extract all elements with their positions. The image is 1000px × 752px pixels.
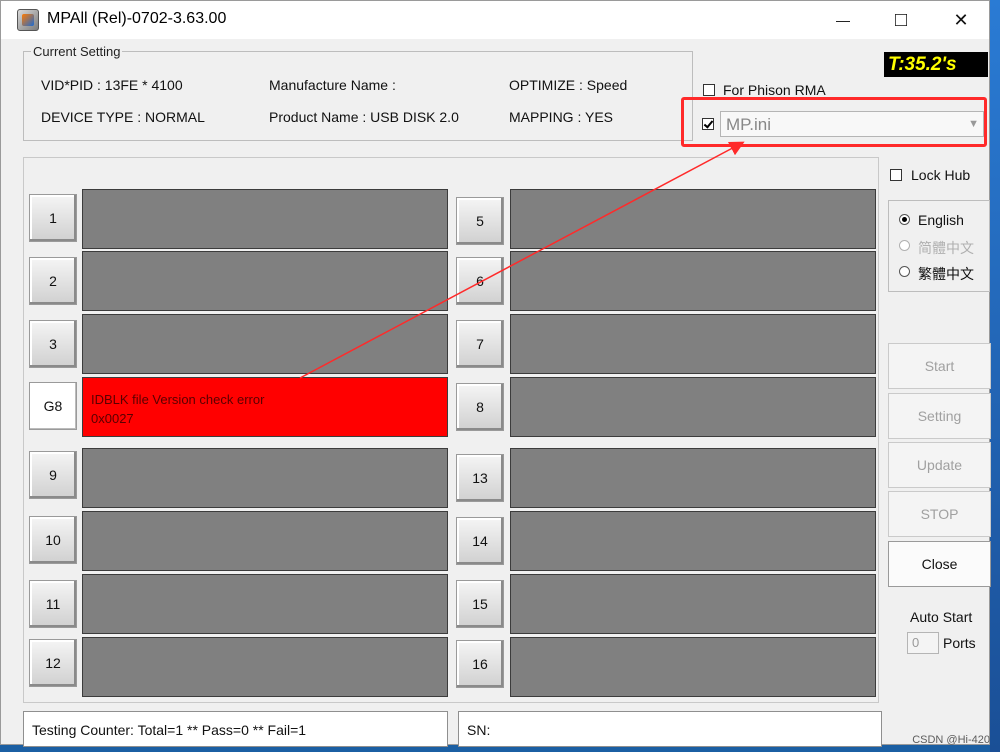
radio-english[interactable] bbox=[899, 214, 910, 225]
update-button[interactable]: Update bbox=[888, 442, 991, 488]
port-error-message: IDBLK file Version check error 0x0027 bbox=[91, 390, 264, 428]
port-button-2[interactable]: 2 bbox=[29, 257, 77, 305]
port-status-10 bbox=[82, 511, 448, 571]
minimize-icon: — bbox=[836, 12, 850, 28]
ports-label: Ports bbox=[943, 635, 976, 651]
radio-traditional-chinese[interactable] bbox=[899, 266, 910, 277]
maximize-button[interactable]: □ bbox=[877, 1, 925, 39]
current-setting-title: Current Setting bbox=[31, 44, 123, 59]
port-button-3[interactable]: 3 bbox=[29, 320, 77, 368]
desktop-background bbox=[990, 0, 1000, 752]
port-status-13 bbox=[510, 448, 876, 508]
port-button-10[interactable]: 10 bbox=[29, 516, 77, 564]
port-status-1 bbox=[82, 189, 448, 249]
radio-simplified-chinese[interactable] bbox=[899, 240, 910, 251]
port-button-13[interactable]: 13 bbox=[456, 454, 504, 502]
port-status-12 bbox=[82, 637, 448, 697]
port-status-15 bbox=[510, 574, 876, 634]
error-text: IDBLK file Version check error bbox=[91, 392, 265, 407]
port-status-2 bbox=[82, 251, 448, 311]
ini-checkbox[interactable] bbox=[702, 118, 714, 130]
port-status-5 bbox=[510, 189, 876, 249]
port-status-11 bbox=[82, 574, 448, 634]
product-name-text: Product Name : USB DISK 2.0 bbox=[269, 109, 459, 125]
ini-combobox[interactable]: MP.ini ▼ bbox=[720, 111, 984, 137]
vid-pid-text: VID*PID : 13FE * 4100 bbox=[41, 77, 183, 93]
port-status-9 bbox=[82, 448, 448, 508]
serial-number-field: SN: bbox=[458, 711, 882, 747]
port-status-16 bbox=[510, 637, 876, 697]
watermark: CSDN @Hi-420 bbox=[912, 734, 990, 746]
port-button-15[interactable]: 15 bbox=[456, 580, 504, 628]
port-button-12[interactable]: 12 bbox=[29, 639, 77, 687]
port-button-1[interactable]: 1 bbox=[29, 194, 77, 242]
port-status-7 bbox=[510, 314, 876, 374]
window-title: MPAll (Rel)-0702-3.63.00 bbox=[47, 10, 227, 27]
mapping-text: MAPPING : YES bbox=[509, 109, 613, 125]
port-button-8[interactable]: 8 bbox=[456, 383, 504, 431]
current-setting-group bbox=[23, 51, 693, 141]
timer-display: T:35.2's bbox=[884, 52, 988, 77]
close-icon: ✕ bbox=[953, 9, 969, 30]
close-button[interactable]: Close bbox=[888, 541, 991, 587]
port-status-8 bbox=[510, 377, 876, 437]
lock-hub-checkbox[interactable] bbox=[890, 169, 902, 181]
testing-counter: Testing Counter: Total=1 ** Pass=0 ** Fa… bbox=[23, 711, 448, 747]
port-button-11[interactable]: 11 bbox=[29, 580, 77, 628]
app-icon bbox=[17, 9, 39, 31]
mpall-window: MPAll (Rel)-0702-3.63.00 — □ ✕ Current S… bbox=[0, 0, 991, 747]
port-button-16[interactable]: 16 bbox=[456, 640, 504, 688]
port-button-5[interactable]: 5 bbox=[456, 197, 504, 245]
port-button-14[interactable]: 14 bbox=[456, 517, 504, 565]
stop-button[interactable]: STOP bbox=[888, 491, 991, 537]
title-bar: MPAll (Rel)-0702-3.63.00 — □ ✕ bbox=[1, 1, 989, 39]
port-status-3 bbox=[82, 314, 448, 374]
port-button-9[interactable]: 9 bbox=[29, 451, 77, 499]
label-traditional-chinese: 繁體中文 bbox=[918, 266, 974, 282]
minimize-button[interactable]: — bbox=[819, 1, 867, 39]
port-button-g8[interactable]: G8 bbox=[29, 382, 77, 430]
manufacture-name-text: Manufacture Name : bbox=[269, 77, 396, 93]
ini-value: MP.ini bbox=[726, 115, 772, 134]
port-status-g8: IDBLK file Version check error 0x0027 bbox=[82, 377, 448, 437]
port-status-6 bbox=[510, 251, 876, 311]
auto-start-label: Auto Start bbox=[910, 609, 973, 625]
label-english: English bbox=[918, 212, 964, 228]
phison-rma-checkbox[interactable] bbox=[703, 84, 715, 96]
port-status-14 bbox=[510, 511, 876, 571]
phison-rma-label: For Phison RMA bbox=[723, 82, 826, 98]
setting-button[interactable]: Setting bbox=[888, 393, 991, 439]
start-button[interactable]: Start bbox=[888, 343, 991, 389]
device-type-text: DEVICE TYPE : NORMAL bbox=[41, 109, 205, 125]
screenshot-root: MPAll (Rel)-0702-3.63.00 — □ ✕ Current S… bbox=[0, 0, 1000, 752]
maximize-icon: □ bbox=[894, 8, 908, 31]
error-code: 0x0027 bbox=[91, 411, 134, 426]
port-button-7[interactable]: 7 bbox=[456, 320, 504, 368]
label-simplified-chinese: 简體中文 bbox=[918, 240, 974, 256]
chevron-down-icon: ▼ bbox=[968, 118, 979, 130]
port-button-6[interactable]: 6 bbox=[456, 257, 504, 305]
optimize-text: OPTIMIZE : Speed bbox=[509, 77, 628, 93]
auto-start-ports-input[interactable]: 0 bbox=[907, 632, 939, 654]
close-window-button[interactable]: ✕ bbox=[937, 1, 985, 39]
lock-hub-label: Lock Hub bbox=[911, 167, 971, 183]
